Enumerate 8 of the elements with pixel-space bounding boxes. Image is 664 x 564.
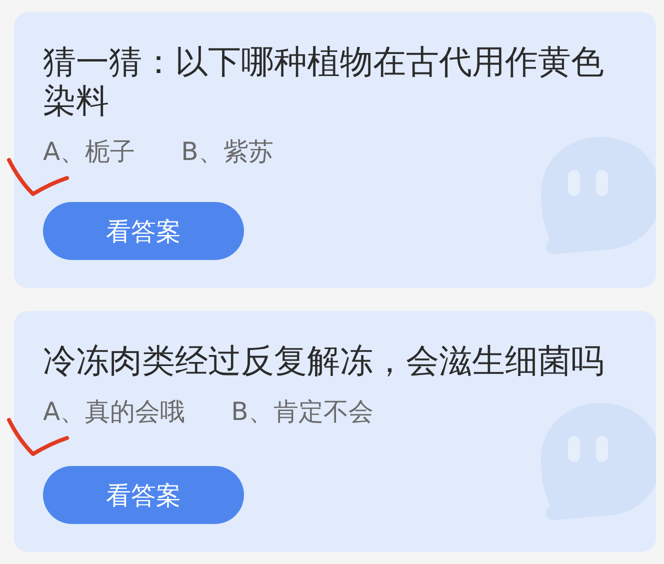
question-text: 冷冻肉类经过反复解冻，会滋生细菌吗: [43, 341, 605, 380]
answer-option: B、紫苏: [181, 137, 274, 166]
answer-option: A、栀子: [43, 137, 136, 166]
question-text: 猜一猜：以下哪种植物在古代用作黄色染料: [43, 42, 605, 120]
answer-option: A、真的会哦: [43, 397, 186, 426]
view-answer-button[interactable]: 看答案: [43, 466, 244, 524]
view-answer-button[interactable]: 看答案: [43, 202, 244, 260]
answer-option: B、肯定不会: [231, 397, 374, 426]
